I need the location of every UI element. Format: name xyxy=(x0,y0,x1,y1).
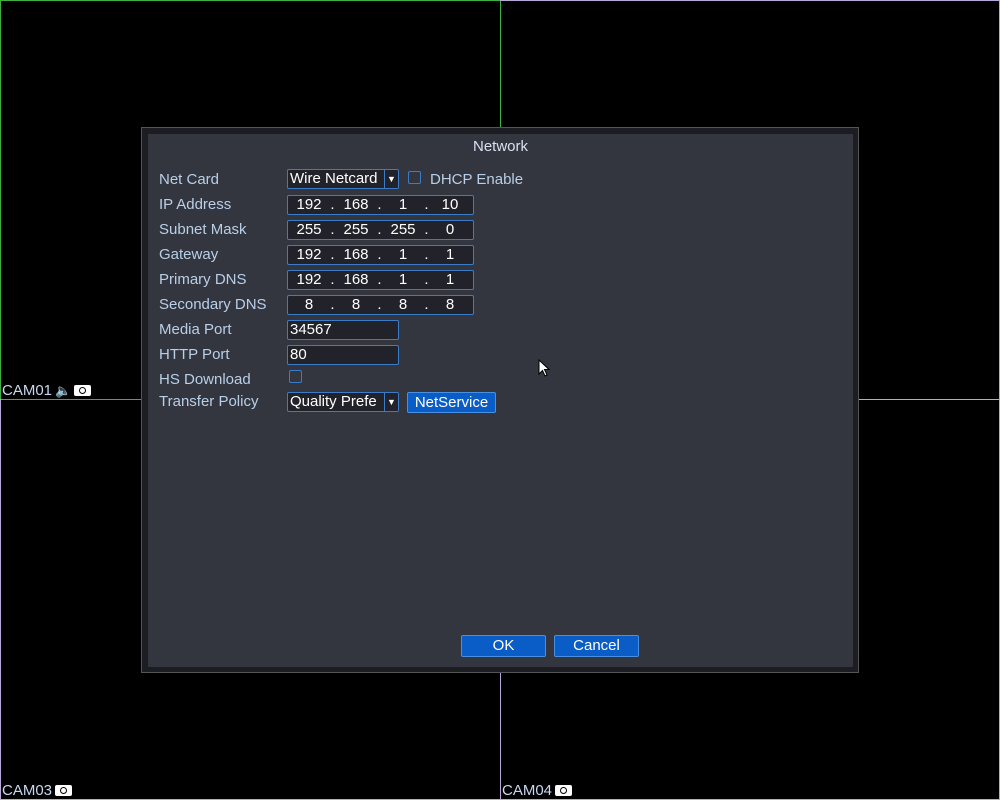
gateway-input[interactable]: 192. 168. 1. 1 xyxy=(287,245,474,265)
mouse-cursor-icon xyxy=(538,359,550,377)
dns2-label: Secondary DNS xyxy=(159,296,267,313)
dhcp-label: DHCP Enable xyxy=(430,171,524,188)
mask-label: Subnet Mask xyxy=(159,221,247,238)
http-port-label: HTTP Port xyxy=(159,346,230,363)
cam01-overlay: CAM01 🔈 xyxy=(2,382,92,399)
primary-dns-input[interactable]: 192. 168. 1. 1 xyxy=(287,270,474,290)
dhcp-checkbox[interactable] xyxy=(408,171,421,184)
transfer-policy-select[interactable]: Quality Prefe ▼ xyxy=(287,392,399,412)
record-icon xyxy=(74,385,92,396)
dialog-title: Network xyxy=(472,138,528,155)
transfer-policy-label: Transfer Policy xyxy=(159,393,259,410)
cam03-label: CAM03 xyxy=(2,782,53,799)
record-icon xyxy=(55,785,73,796)
gateway-label: Gateway xyxy=(159,246,219,263)
cam03-overlay: CAM03 xyxy=(2,782,73,799)
hs-download-checkbox[interactable] xyxy=(289,370,302,383)
cam04-label: CAM04 xyxy=(502,782,553,799)
hs-download-label: HS Download xyxy=(159,371,251,388)
cam01-label: CAM01 xyxy=(2,382,53,399)
media-port-label: Media Port xyxy=(159,321,232,338)
ip-label: IP Address xyxy=(159,196,232,213)
http-port-input[interactable]: 80 xyxy=(287,345,399,365)
audio-mute-icon: 🔈 xyxy=(55,382,72,398)
cancel-button[interactable]: Cancel xyxy=(554,635,639,657)
ok-button[interactable]: OK xyxy=(461,635,546,657)
record-icon xyxy=(555,785,573,796)
netservice-button[interactable]: NetService xyxy=(407,392,496,413)
cam04-overlay: CAM04 xyxy=(502,782,573,799)
subnet-mask-input[interactable]: 255. 255. 255. 0 xyxy=(287,220,474,240)
chevron-down-icon[interactable]: ▼ xyxy=(384,170,398,188)
dns1-label: Primary DNS xyxy=(159,271,247,288)
ip-address-input[interactable]: 192. 168. 1. 10 xyxy=(287,195,474,215)
net-card-select[interactable]: Wire Netcard ▼ xyxy=(287,169,399,189)
secondary-dns-input[interactable]: 8.8.8.8 xyxy=(287,295,474,315)
transfer-policy-value: Quality Prefe xyxy=(290,393,377,410)
net-card-label: Net Card xyxy=(159,171,220,188)
network-dialog: Network Net Card Wire Netcard ▼ DHCP Enab… xyxy=(141,127,859,673)
net-card-value: Wire Netcard xyxy=(290,170,378,187)
chevron-down-icon[interactable]: ▼ xyxy=(384,393,398,411)
media-port-input[interactable]: 34567 xyxy=(287,320,399,340)
